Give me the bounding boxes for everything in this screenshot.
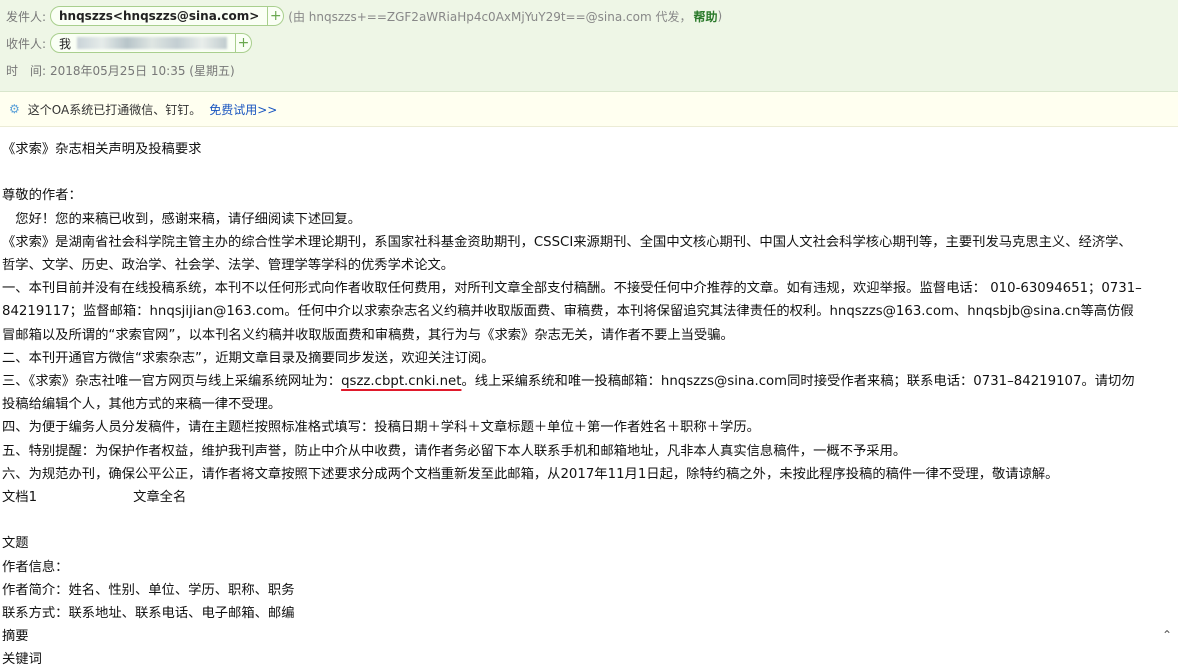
sent-via-close: ) — [717, 9, 723, 23]
clause-4: 四、为便于编务人员分发稿件，请在主题栏按照标准格式填写：投稿日期＋学科＋文章标题… — [2, 420, 760, 436]
clause-5: 五、特别提醒：为保护作者权益，维护我刊声誉，防止中介从中收费，请作者务必留下本人… — [2, 443, 907, 459]
oa-icon: ⚙ — [9, 102, 20, 116]
promo-text: 这个OA系统已打通微信、钉钉。 — [27, 102, 202, 117]
mail-header: 发件人: hnqszzs<hnqszzs@sina.com> + (由 hnqsz… — [0, 0, 1178, 92]
clause-2: 二、本刊开通官方微信“求索杂志”，近期文章目录及摘要同步发送，欢迎关注订阅。 — [2, 350, 495, 366]
time-row: 时 间: 2018年05月25日 10:35 (星期五) — [6, 59, 235, 81]
field-contact: 联系方式：联系地址、联系电话、电子邮箱、邮编 — [2, 606, 295, 622]
help-link[interactable]: 帮助 — [693, 8, 717, 25]
doc1-row: 文档1 文章全名 — [2, 486, 1142, 509]
add-contact-icon[interactable]: + — [268, 6, 285, 26]
to-label: 收件人: — [6, 36, 47, 51]
recipient-chip[interactable]: 我 — [50, 33, 237, 53]
field-abstract: 摘要 — [2, 629, 29, 645]
recipient-redacted — [77, 37, 228, 49]
mail-body: 《求索》杂志相关声明及投稿要求 尊敬的作者： 您好！您的来稿已收到，感谢来稿，请… — [2, 138, 1142, 672]
sender-chip[interactable]: hnqszzs<hnqszzs@sina.com> — [50, 6, 269, 26]
promo-banner: ⚙ 这个OA系统已打通微信、钉钉。 免费试用>> — [0, 92, 1178, 127]
clause-3: 三、《求索》杂志社唯一官方网页与线上采编系统网址为：qszz.cbpt.cnki… — [2, 370, 1142, 416]
journal-about: 《求索》是湖南省社会科学院主管主办的综合性学术理论期刊，系国家社科基金资助期刊，… — [2, 234, 1132, 273]
sent-via-text: (由 hnqszzs+==ZGF2aWRiaHp4c0AxMjYuY29t==@… — [288, 9, 692, 24]
clause-3-pre: 三、《求索》杂志社唯一官方网页与线上采编系统网址为： — [2, 374, 342, 390]
doc1-value: 文章全名 — [133, 490, 187, 506]
doc1-label: 文档1 — [2, 490, 38, 506]
intro: 您好！您的来稿已收到，感谢来稿，请仔细阅读下述回复。 — [2, 211, 362, 227]
add-contact-icon[interactable]: + — [236, 33, 253, 53]
sent-time: 2018年05月25日 10:35 (星期五) — [50, 63, 235, 78]
time-label: 时 间: — [6, 63, 47, 78]
from-label: 发件人: — [6, 9, 47, 24]
from-row: 发件人: hnqszzs<hnqszzs@sina.com> + (由 hnqsz… — [6, 5, 722, 27]
recipient-name: 我 — [59, 36, 72, 51]
greeting: 尊敬的作者： — [2, 188, 82, 204]
clause-6: 六、为规范办刊，确保公平公正，请作者将文章按照下述要求分成两个文档重新发至此邮箱… — [2, 466, 1059, 482]
scroll-indicator-icon[interactable]: ⌃ — [1162, 628, 1172, 642]
field-author-bio: 作者简介：姓名、性别、单位、学历、职称、职务 — [2, 582, 295, 598]
free-trial-link[interactable]: 免费试用>> — [209, 101, 277, 118]
field-keywords: 关键词 — [2, 652, 42, 668]
mail-title: 《求索》杂志相关声明及投稿要求 — [2, 142, 202, 157]
clause-1: 一、本刊目前并没有在线投稿系统，本刊不以任何形式向作者收取任何费用，对所刊文章全… — [2, 281, 1142, 343]
to-row: 收件人: 我 + — [6, 32, 256, 54]
field-author-info: 作者信息： — [2, 559, 69, 575]
official-url[interactable]: qszz.cbpt.cnki.net — [341, 374, 461, 389]
field-title: 文题 — [2, 536, 29, 552]
